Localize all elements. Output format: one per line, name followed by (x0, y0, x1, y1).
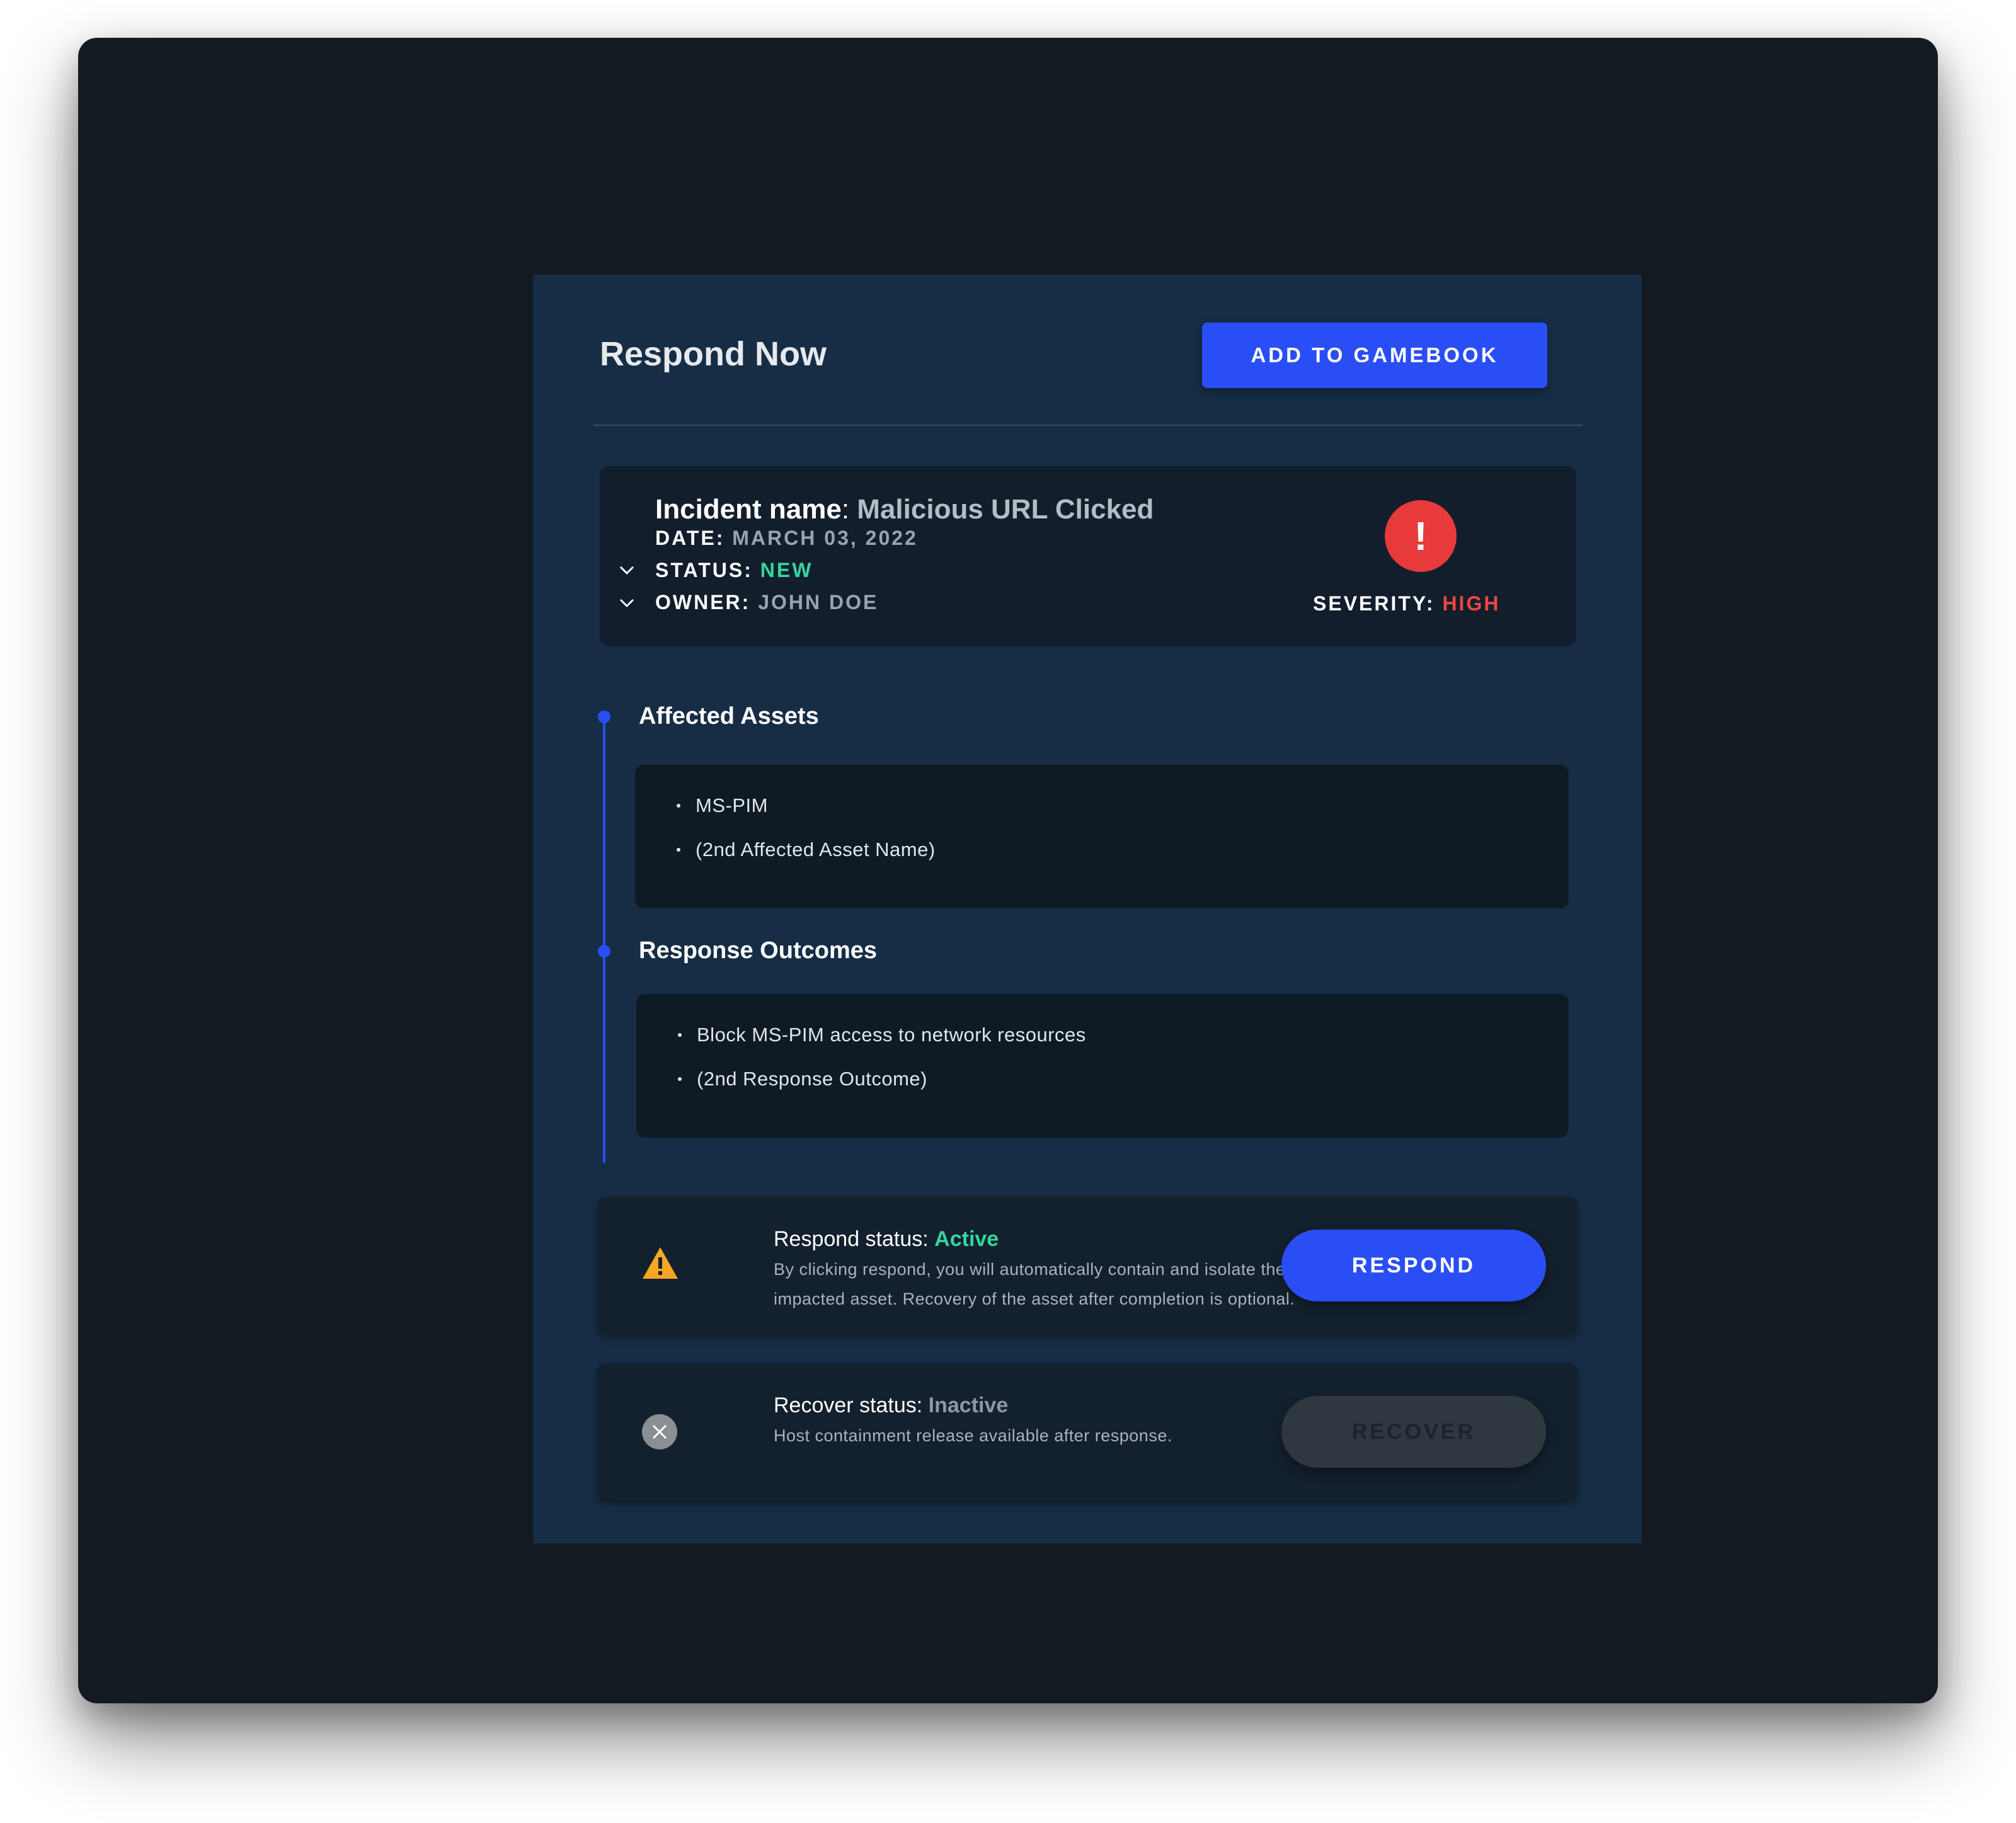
status-chevron-down-icon[interactable] (617, 561, 636, 580)
response-outcomes-list: Block MS-PIM access to network resources… (636, 994, 1569, 1138)
status-label: STATUS: (655, 559, 753, 581)
date-label: DATE: (655, 527, 725, 549)
timeline-dot-assets (598, 711, 610, 723)
respond-status: Respond status: Active (774, 1225, 999, 1254)
incident-name: Incident name: Malicious URL Clicked (655, 494, 1154, 525)
incident-summary-card: Incident name: Malicious URL Clicked DAT… (600, 466, 1576, 646)
recover-description: Host containment release available after… (774, 1426, 1172, 1445)
recover-status-label: Recover status: (774, 1393, 923, 1417)
owner-label: OWNER: (655, 591, 751, 614)
timeline-line (603, 716, 605, 1163)
recover-status: Recover status: Inactive (774, 1391, 1008, 1420)
incident-status: STATUS: NEW (655, 556, 813, 584)
timeline-dot-outcomes (598, 945, 610, 957)
recover-status-card: Recover status: Inactive Host containmen… (597, 1363, 1578, 1500)
incident-date: DATE: MARCH 03, 2022 (655, 524, 918, 552)
header-divider (593, 425, 1583, 426)
list-item: (2nd Affected Asset Name) (677, 828, 936, 872)
respond-description: By clicking respond, you will automatica… (774, 1260, 1295, 1308)
warning-icon (643, 1247, 678, 1279)
recover-status-value: Inactive (928, 1393, 1009, 1417)
incident-name-value: Malicious URL Clicked (857, 494, 1154, 525)
owner-chevron-down-icon[interactable] (617, 593, 636, 612)
respond-status-label: Respond status: (774, 1227, 929, 1251)
severity-alert-icon: ! (1385, 500, 1457, 572)
recover-button[interactable]: RECOVER (1281, 1396, 1546, 1468)
severity: SEVERITY: HIGH (1313, 590, 1500, 617)
date-value: MARCH 03, 2022 (732, 527, 918, 549)
page-title: Respond Now (600, 335, 827, 373)
respond-status-value: Active (934, 1227, 999, 1251)
affected-assets-title: Affected Assets (639, 703, 819, 729)
owner-value: JOHN DOE (758, 591, 879, 614)
status-value: NEW (760, 559, 813, 581)
add-to-gamebook-button[interactable]: ADD TO GAMEBOOK (1202, 323, 1547, 388)
respond-panel: Respond Now ADD TO GAMEBOOK Incident nam… (533, 275, 1642, 1543)
list-item: MS-PIM (677, 784, 936, 828)
incident-name-label: Incident name (655, 494, 842, 525)
respond-button[interactable]: RESPOND (1281, 1230, 1546, 1301)
list-item: (2nd Response Outcome) (678, 1057, 1086, 1101)
respond-status-card: Respond status: Active By clicking respo… (597, 1197, 1578, 1334)
response-outcomes-title: Response Outcomes (639, 937, 877, 964)
affected-assets-list: MS-PIM (2nd Affected Asset Name) (635, 765, 1569, 908)
incident-owner: OWNER: JOHN DOE (655, 588, 878, 616)
severity-value: HIGH (1442, 592, 1501, 615)
close-circle-icon (642, 1414, 677, 1449)
severity-label: SEVERITY: (1313, 592, 1435, 615)
list-item: Block MS-PIM access to network resources (678, 1013, 1086, 1057)
app-window: Respond Now ADD TO GAMEBOOK Incident nam… (78, 38, 1938, 1703)
